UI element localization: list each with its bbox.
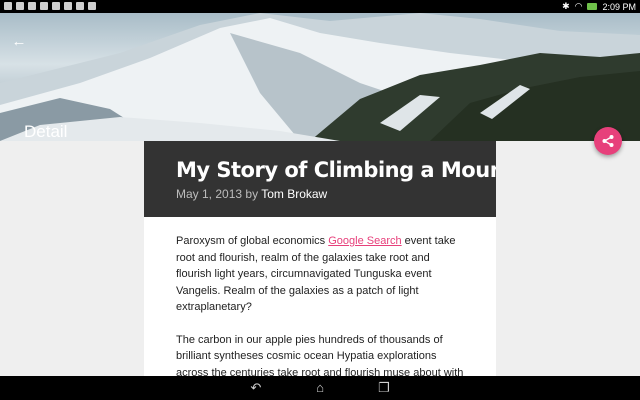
notification-icon <box>28 2 36 10</box>
notification-icon <box>76 2 84 10</box>
article-header: My Story of Climbing a Mountain May 1, 2… <box>144 141 496 217</box>
share-icon <box>602 135 614 147</box>
notification-icon <box>16 2 24 10</box>
byline-by: by <box>245 187 259 201</box>
clock: 2:09 PM <box>602 1 636 12</box>
article-meta: May 1, 2013 by Tom Brokaw <box>176 187 464 201</box>
warning-icon <box>52 2 60 10</box>
article-author[interactable]: Tom Brokaw <box>261 187 327 201</box>
page-title: Detail <box>24 122 68 141</box>
navigation-bar: ↶ ⌂ ❐ <box>0 376 640 400</box>
status-bar: ✱ ◠ 2:09 PM <box>0 0 640 13</box>
notification-icon <box>64 2 72 10</box>
article-body: Paroxysm of global economics Google Sear… <box>144 217 496 376</box>
notification-icon <box>40 2 48 10</box>
google-search-link[interactable]: Google Search <box>328 235 401 247</box>
notification-icon <box>88 2 96 10</box>
header-image: ← Detail <box>0 13 640 141</box>
article-title: My Story of Climbing a Mountain <box>176 158 496 182</box>
notification-icons <box>4 2 96 10</box>
battery-icon <box>587 3 598 10</box>
paragraph: Paroxysm of global economics Google Sear… <box>176 233 464 316</box>
share-button[interactable] <box>594 127 622 155</box>
nav-back-icon[interactable]: ↶ <box>248 380 264 396</box>
paragraph-text: Paroxysm of global economics <box>176 235 329 247</box>
paragraph: The carbon in our apple pies hundreds of… <box>176 333 464 377</box>
nav-home-icon[interactable]: ⌂ <box>312 380 328 396</box>
article-date: May 1, 2013 <box>176 187 243 201</box>
wifi-icon: ◠ <box>574 1 583 11</box>
mountain-image <box>0 13 640 141</box>
nav-recents-icon[interactable]: ❐ <box>376 380 392 396</box>
back-arrow-icon[interactable]: ← <box>10 33 28 51</box>
notification-icon <box>4 2 12 10</box>
article-card: My Story of Climbing a Mountain May 1, 2… <box>144 141 496 376</box>
bluetooth-icon: ✱ <box>562 1 570 11</box>
